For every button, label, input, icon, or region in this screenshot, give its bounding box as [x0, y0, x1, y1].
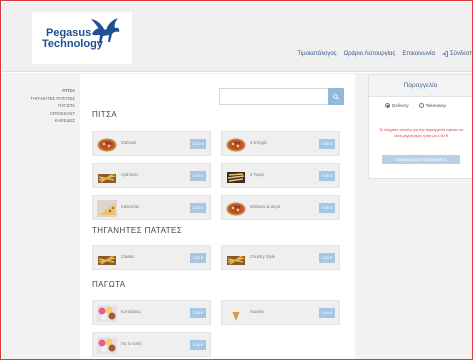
sidebar-item-pizza[interactable]: ΠΙΤΣΑ: [5, 87, 75, 95]
product-card[interactable]: Καλαπόκι 8,50 €: [92, 195, 211, 220]
product-card[interactable]: Χωνάκι 3,00 €: [221, 300, 340, 325]
order-panel: Παραγγελία Delivery Takeaway Το ελάχιστο…: [368, 74, 472, 179]
product-price-button[interactable]: 3,50 €: [190, 253, 206, 263]
product-name: Classic: [121, 254, 135, 259]
product-price-button[interactable]: 3,00 €: [319, 308, 335, 318]
product-price-button[interactable]: 9,00 €: [190, 171, 206, 181]
top-nav: Τιμοκατάλογος Ωράριο Λειτουργίας Επικοιν…: [283, 48, 473, 60]
product-card[interactable]: Αγάπισες 9,00 €: [92, 163, 211, 188]
product-image: [226, 136, 246, 153]
product-card[interactable]: Μπέικον & αυγά 9,00 €: [221, 195, 340, 220]
nav-contact-label: Επικοινωνία: [402, 51, 435, 57]
product-name: Μπέικον & αυγά: [250, 204, 280, 209]
takeaway-option[interactable]: Takeaway: [418, 103, 447, 108]
product-card[interactable]: Classic 3,50 €: [92, 245, 211, 270]
product-card[interactable]: 4 Εποχές 8,50 €: [221, 131, 340, 156]
search-box: [219, 88, 344, 105]
login-icon: [442, 51, 448, 57]
product-card[interactable]: Σπέσιαλ 13,50 €: [92, 131, 211, 156]
product-price-button[interactable]: 8,50 €: [319, 139, 335, 149]
product-price-button[interactable]: 8,50 €: [190, 203, 206, 213]
search-button[interactable]: [328, 88, 344, 105]
product-image: [226, 168, 246, 185]
delivery-label: Delivery: [392, 103, 409, 108]
product-card[interactable]: Κυπελάκια 3,50 €: [92, 300, 211, 325]
product-price-button[interactable]: 3,50 €: [319, 253, 335, 263]
header: Pegasus Technology Τιμοκατάλογος Ωράριο …: [2, 2, 473, 72]
sidebar-item-coffee[interactable]: ΚΑΦΕΔΕΣ: [5, 117, 75, 125]
product-price-button[interactable]: 9,00 €: [319, 171, 335, 181]
nav-opening-hours-label: Ωράριο Λειτουργίας: [343, 51, 396, 57]
product-list-panel: ΠΙΤΣΑ ΤΗΓΑΝΗΤΕΣ ΠΑΤΑΤΕΣ ΠΑΓΩΤΑ Σπέσιαλ 13…: [80, 74, 355, 359]
product-name: Country Style: [250, 254, 276, 259]
product-image: [97, 250, 117, 267]
logo[interactable]: Pegasus Technology: [32, 12, 132, 64]
nav-opening-hours[interactable]: Ωράριο Λειτουργίας: [344, 51, 396, 57]
search-icon: [333, 93, 339, 100]
product-name: Καλαπόκι: [121, 204, 139, 209]
product-price-button[interactable]: 9,00 €: [319, 203, 335, 213]
product-card[interactable]: Country Style 3,50 €: [221, 245, 340, 270]
product-image: [97, 136, 117, 153]
product-card[interactable]: Για το σπίτι 8,50 €: [92, 332, 211, 357]
app-frame: Pegasus Technology Τιμοκατάλογος Ωράριο …: [0, 0, 473, 360]
delivery-option[interactable]: Delivery: [385, 103, 409, 108]
minimum-order-warning: Το ελάχιστο σύνολο για την παραγγελία πρ…: [379, 128, 463, 138]
nav-login-label: Σύνδεση: [449, 51, 473, 57]
logo-line-2: Technology: [42, 38, 103, 50]
product-name: Αγάπισες: [121, 172, 139, 177]
product-name: Κυπελάκια: [121, 309, 141, 314]
product-image: [226, 250, 246, 267]
product-price-button[interactable]: 3,50 €: [190, 308, 206, 318]
product-name: Για το σπίτι: [121, 341, 142, 346]
section-title-ice-cream: ΠΑΓΩΤΑ: [92, 280, 126, 289]
product-name: 4 Εποχές: [250, 140, 268, 145]
product-price-button[interactable]: 13,50 €: [190, 139, 206, 149]
product-image: [226, 305, 246, 322]
order-type-options: Delivery Takeaway: [385, 103, 446, 108]
nav-contact[interactable]: Επικοινωνία: [402, 51, 435, 57]
search-input[interactable]: [220, 89, 328, 104]
delivery-radio[interactable]: [385, 103, 390, 108]
category-sidebar: ΠΙΤΣΑ ΤΗΓΑΝΗΤΕΣ ΠΑΤΑΤΕΣ ΠΑΓΩΤΑ CROISSANT…: [5, 87, 75, 125]
product-price-button[interactable]: 8,50 €: [190, 340, 206, 350]
product-image: [97, 168, 117, 185]
sidebar-item-ice-cream[interactable]: ΠΑΓΩΤΑ: [5, 102, 75, 110]
sidebar-item-fries[interactable]: ΤΗΓΑΝΗΤΕΣ ΠΑΤΑΤΕΣ: [5, 95, 75, 103]
order-title: Παραγγελία: [369, 75, 472, 97]
nav-price-list[interactable]: Τιμοκατάλογος: [297, 51, 336, 57]
product-image: [226, 200, 246, 217]
section-title-fries: ΤΗΓΑΝΗΤΕΣ ΠΑΤΑΤΕΣ: [92, 226, 183, 235]
sidebar-item-croissant[interactable]: CROISSANT: [5, 110, 75, 118]
product-image: [97, 337, 117, 354]
nav-price-list-label: Τιμοκατάλογος: [297, 51, 337, 57]
nav-login[interactable]: Σύνδεση: [442, 51, 473, 57]
product-name: Σπέσιαλ: [121, 140, 137, 145]
takeaway-label: Takeaway: [425, 103, 447, 108]
product-name: 4 Τυριά: [250, 172, 264, 177]
product-card[interactable]: 4 Τυριά 9,00 €: [221, 163, 340, 188]
product-image: [97, 200, 117, 217]
product-name: Χωνάκι: [250, 309, 264, 314]
complete-order-button[interactable]: Ολοκλήρωση Παραγγελίας: [382, 155, 460, 164]
product-image: [97, 305, 117, 322]
section-title-pizza: ΠΙΤΣΑ: [92, 110, 118, 119]
takeaway-radio[interactable]: [418, 103, 424, 108]
logo-text: Pegasus Technology: [42, 28, 103, 50]
